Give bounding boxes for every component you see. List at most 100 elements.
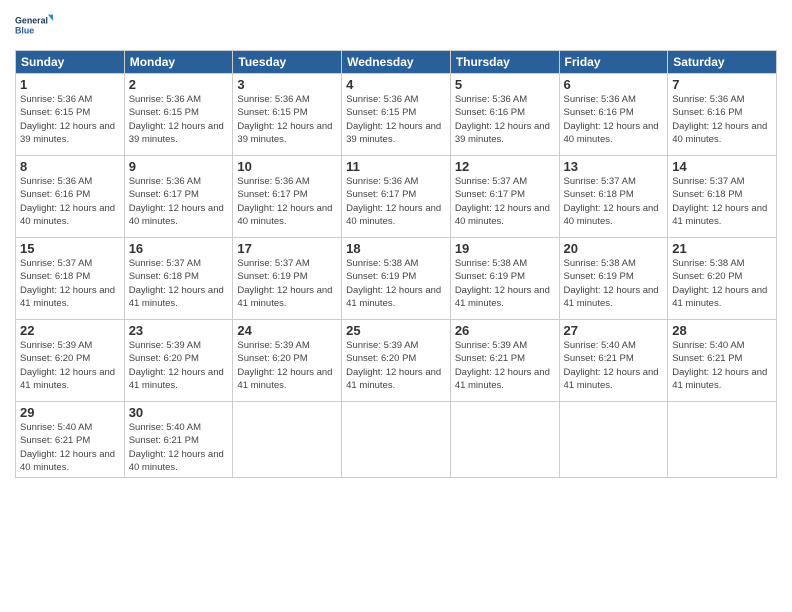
day-number: 4 (346, 77, 446, 92)
day-detail: Sunrise: 5:37 AM Sunset: 6:18 PM Dayligh… (672, 175, 772, 228)
table-row: 1 Sunrise: 5:36 AM Sunset: 6:15 PM Dayli… (16, 74, 125, 156)
table-row: 5 Sunrise: 5:36 AM Sunset: 6:16 PM Dayli… (450, 74, 559, 156)
empty-cell (668, 402, 777, 478)
col-thursday: Thursday (450, 51, 559, 74)
day-detail: Sunrise: 5:39 AM Sunset: 6:20 PM Dayligh… (129, 339, 229, 392)
day-number: 26 (455, 323, 555, 338)
table-row: 21 Sunrise: 5:38 AM Sunset: 6:20 PM Dayl… (668, 238, 777, 320)
table-row: 2 Sunrise: 5:36 AM Sunset: 6:15 PM Dayli… (124, 74, 233, 156)
day-detail: Sunrise: 5:36 AM Sunset: 6:17 PM Dayligh… (346, 175, 446, 228)
table-row: 27 Sunrise: 5:40 AM Sunset: 6:21 PM Dayl… (559, 320, 668, 402)
table-row: 4 Sunrise: 5:36 AM Sunset: 6:15 PM Dayli… (342, 74, 451, 156)
day-detail: Sunrise: 5:37 AM Sunset: 6:18 PM Dayligh… (129, 257, 229, 310)
table-row: 12 Sunrise: 5:37 AM Sunset: 6:17 PM Dayl… (450, 156, 559, 238)
day-detail: Sunrise: 5:38 AM Sunset: 6:19 PM Dayligh… (455, 257, 555, 310)
day-number: 2 (129, 77, 229, 92)
day-detail: Sunrise: 5:36 AM Sunset: 6:15 PM Dayligh… (237, 93, 337, 146)
day-detail: Sunrise: 5:39 AM Sunset: 6:20 PM Dayligh… (20, 339, 120, 392)
calendar-table: Sunday Monday Tuesday Wednesday Thursday… (15, 50, 777, 478)
table-row: 6 Sunrise: 5:36 AM Sunset: 6:16 PM Dayli… (559, 74, 668, 156)
day-detail: Sunrise: 5:38 AM Sunset: 6:19 PM Dayligh… (564, 257, 664, 310)
day-detail: Sunrise: 5:40 AM Sunset: 6:21 PM Dayligh… (672, 339, 772, 392)
table-row: 24 Sunrise: 5:39 AM Sunset: 6:20 PM Dayl… (233, 320, 342, 402)
day-number: 23 (129, 323, 229, 338)
day-number: 14 (672, 159, 772, 174)
day-detail: Sunrise: 5:36 AM Sunset: 6:16 PM Dayligh… (455, 93, 555, 146)
day-detail: Sunrise: 5:37 AM Sunset: 6:18 PM Dayligh… (20, 257, 120, 310)
table-row: 18 Sunrise: 5:38 AM Sunset: 6:19 PM Dayl… (342, 238, 451, 320)
day-detail: Sunrise: 5:36 AM Sunset: 6:15 PM Dayligh… (129, 93, 229, 146)
table-row: 28 Sunrise: 5:40 AM Sunset: 6:21 PM Dayl… (668, 320, 777, 402)
empty-cell (233, 402, 342, 478)
day-detail: Sunrise: 5:36 AM Sunset: 6:16 PM Dayligh… (564, 93, 664, 146)
table-row: 30 Sunrise: 5:40 AM Sunset: 6:21 PM Dayl… (124, 402, 233, 478)
table-row: 14 Sunrise: 5:37 AM Sunset: 6:18 PM Dayl… (668, 156, 777, 238)
table-row: 9 Sunrise: 5:36 AM Sunset: 6:17 PM Dayli… (124, 156, 233, 238)
day-number: 30 (129, 405, 229, 420)
day-number: 28 (672, 323, 772, 338)
table-row: 29 Sunrise: 5:40 AM Sunset: 6:21 PM Dayl… (16, 402, 125, 478)
day-number: 20 (564, 241, 664, 256)
generalblue-logo-icon: General Blue (15, 10, 53, 42)
day-number: 3 (237, 77, 337, 92)
table-row: 10 Sunrise: 5:36 AM Sunset: 6:17 PM Dayl… (233, 156, 342, 238)
col-sunday: Sunday (16, 51, 125, 74)
table-row: 15 Sunrise: 5:37 AM Sunset: 6:18 PM Dayl… (16, 238, 125, 320)
col-wednesday: Wednesday (342, 51, 451, 74)
day-number: 6 (564, 77, 664, 92)
table-row: 19 Sunrise: 5:38 AM Sunset: 6:19 PM Dayl… (450, 238, 559, 320)
day-number: 7 (672, 77, 772, 92)
day-detail: Sunrise: 5:40 AM Sunset: 6:21 PM Dayligh… (129, 421, 229, 474)
day-number: 1 (20, 77, 120, 92)
table-row: 11 Sunrise: 5:36 AM Sunset: 6:17 PM Dayl… (342, 156, 451, 238)
calendar-page: General Blue Sunday Monday Tuesday Wedne… (0, 0, 792, 612)
day-number: 21 (672, 241, 772, 256)
table-row: 17 Sunrise: 5:37 AM Sunset: 6:19 PM Dayl… (233, 238, 342, 320)
table-row: 8 Sunrise: 5:36 AM Sunset: 6:16 PM Dayli… (16, 156, 125, 238)
day-number: 10 (237, 159, 337, 174)
day-number: 27 (564, 323, 664, 338)
table-row: 7 Sunrise: 5:36 AM Sunset: 6:16 PM Dayli… (668, 74, 777, 156)
table-row: 20 Sunrise: 5:38 AM Sunset: 6:19 PM Dayl… (559, 238, 668, 320)
day-detail: Sunrise: 5:39 AM Sunset: 6:20 PM Dayligh… (237, 339, 337, 392)
day-detail: Sunrise: 5:40 AM Sunset: 6:21 PM Dayligh… (564, 339, 664, 392)
day-detail: Sunrise: 5:38 AM Sunset: 6:20 PM Dayligh… (672, 257, 772, 310)
col-tuesday: Tuesday (233, 51, 342, 74)
table-row: 23 Sunrise: 5:39 AM Sunset: 6:20 PM Dayl… (124, 320, 233, 402)
table-row: 3 Sunrise: 5:36 AM Sunset: 6:15 PM Dayli… (233, 74, 342, 156)
day-number: 17 (237, 241, 337, 256)
day-number: 25 (346, 323, 446, 338)
day-number: 16 (129, 241, 229, 256)
day-number: 22 (20, 323, 120, 338)
day-detail: Sunrise: 5:36 AM Sunset: 6:16 PM Dayligh… (672, 93, 772, 146)
table-row: 22 Sunrise: 5:39 AM Sunset: 6:20 PM Dayl… (16, 320, 125, 402)
empty-cell (450, 402, 559, 478)
empty-cell (342, 402, 451, 478)
day-number: 24 (237, 323, 337, 338)
day-detail: Sunrise: 5:39 AM Sunset: 6:20 PM Dayligh… (346, 339, 446, 392)
day-number: 11 (346, 159, 446, 174)
day-detail: Sunrise: 5:37 AM Sunset: 6:17 PM Dayligh… (455, 175, 555, 228)
day-number: 18 (346, 241, 446, 256)
table-row: 16 Sunrise: 5:37 AM Sunset: 6:18 PM Dayl… (124, 238, 233, 320)
day-detail: Sunrise: 5:36 AM Sunset: 6:17 PM Dayligh… (237, 175, 337, 228)
day-detail: Sunrise: 5:36 AM Sunset: 6:17 PM Dayligh… (129, 175, 229, 228)
col-saturday: Saturday (668, 51, 777, 74)
day-number: 13 (564, 159, 664, 174)
table-row: 25 Sunrise: 5:39 AM Sunset: 6:20 PM Dayl… (342, 320, 451, 402)
svg-text:General: General (15, 15, 48, 25)
day-detail: Sunrise: 5:37 AM Sunset: 6:19 PM Dayligh… (237, 257, 337, 310)
day-detail: Sunrise: 5:40 AM Sunset: 6:21 PM Dayligh… (20, 421, 120, 474)
day-number: 15 (20, 241, 120, 256)
day-detail: Sunrise: 5:36 AM Sunset: 6:15 PM Dayligh… (20, 93, 120, 146)
svg-text:Blue: Blue (15, 26, 34, 36)
day-number: 8 (20, 159, 120, 174)
day-number: 12 (455, 159, 555, 174)
day-detail: Sunrise: 5:39 AM Sunset: 6:21 PM Dayligh… (455, 339, 555, 392)
day-number: 5 (455, 77, 555, 92)
logo: General Blue (15, 10, 53, 42)
day-detail: Sunrise: 5:37 AM Sunset: 6:18 PM Dayligh… (564, 175, 664, 228)
empty-cell (559, 402, 668, 478)
day-detail: Sunrise: 5:38 AM Sunset: 6:19 PM Dayligh… (346, 257, 446, 310)
day-detail: Sunrise: 5:36 AM Sunset: 6:16 PM Dayligh… (20, 175, 120, 228)
